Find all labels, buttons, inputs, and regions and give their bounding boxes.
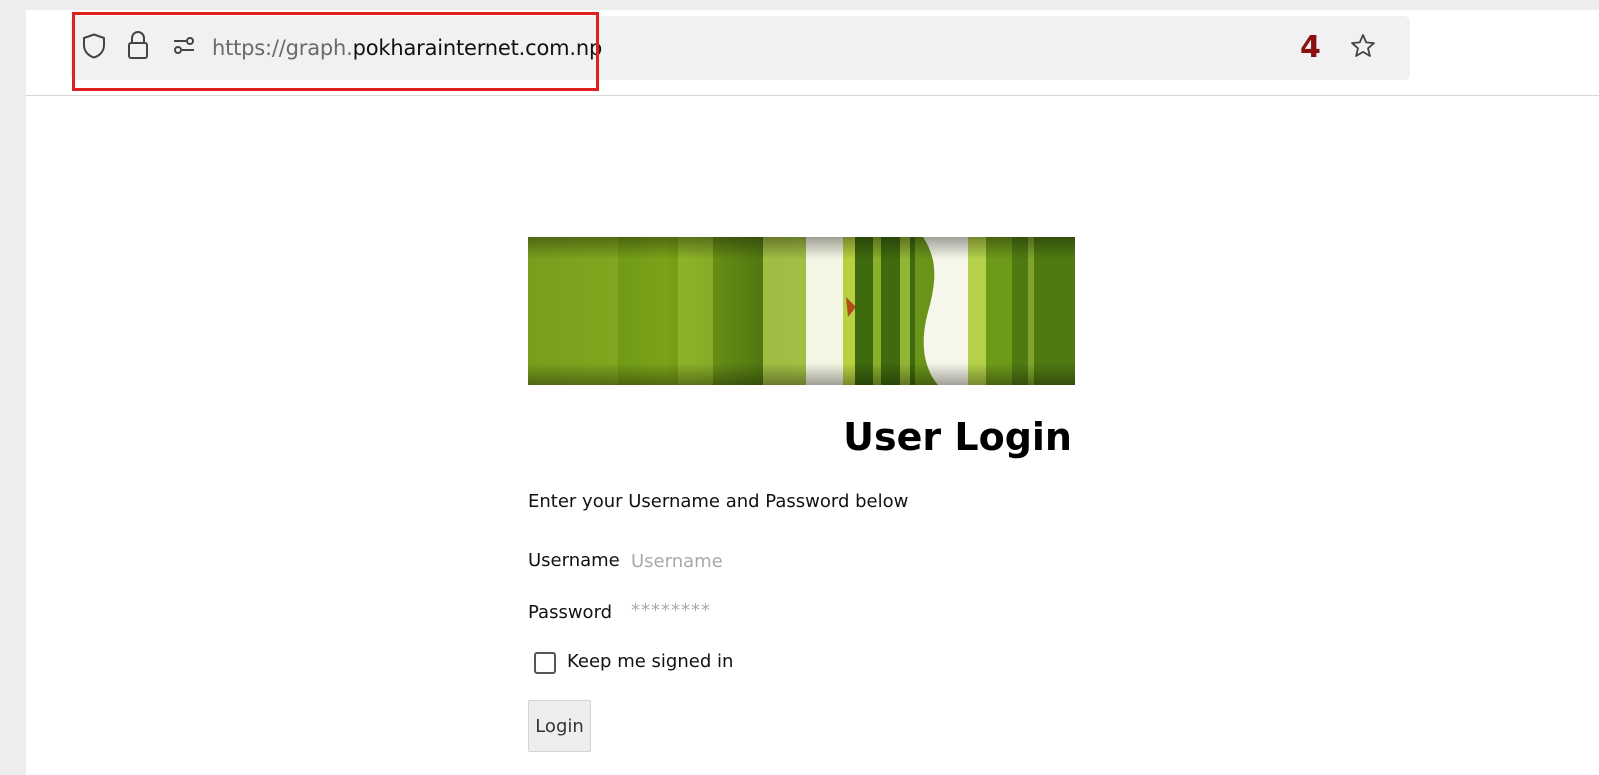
username-input[interactable] [631, 547, 851, 575]
password-input[interactable] [631, 596, 851, 624]
password-label: Password [528, 602, 613, 623]
keep-signed-in-checkbox[interactable] [534, 652, 556, 674]
browser-viewport [26, 10, 1599, 775]
annotation-number: 4 [1300, 30, 1321, 65]
login-button[interactable]: Login [528, 700, 591, 752]
star-icon[interactable] [1350, 33, 1376, 59]
url-highlight-annotation [72, 12, 599, 91]
login-instructions: Enter your Username and Password below [528, 491, 909, 512]
banner-image [528, 237, 1075, 385]
page-title: User Login [843, 415, 1072, 459]
keep-signed-in-label[interactable]: Keep me signed in [567, 649, 733, 675]
username-label: Username [528, 550, 620, 571]
